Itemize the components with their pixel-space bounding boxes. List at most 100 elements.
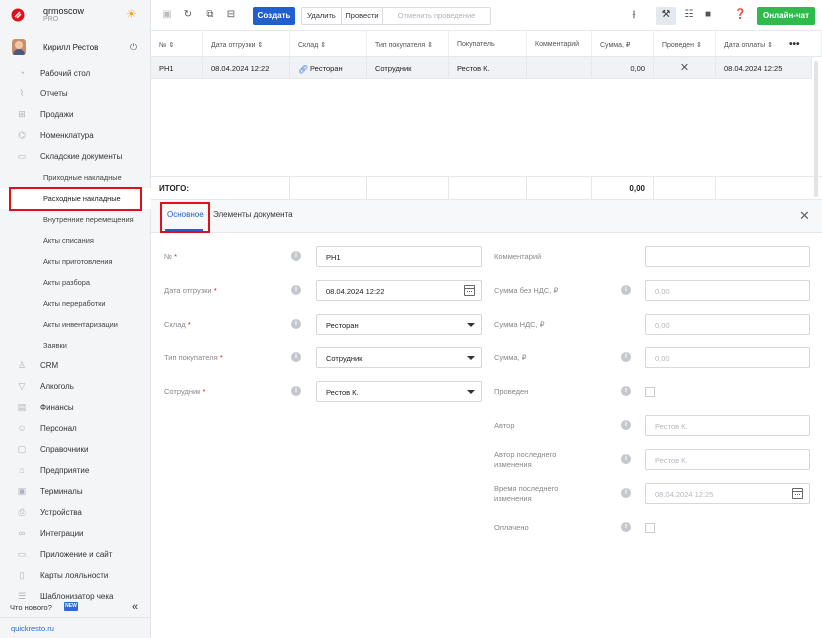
column-header-ship-date[interactable]: Дата отгрузки ⇕ xyxy=(203,31,290,57)
info-icon[interactable]: i xyxy=(621,420,631,430)
comment-field[interactable] xyxy=(645,246,810,267)
number-field[interactable]: РН1 xyxy=(316,246,482,267)
paid-checkbox[interactable] xyxy=(645,523,655,533)
ship-date-value: 08.04.2024 12:22 xyxy=(326,287,385,296)
list-icon[interactable]: ☷ xyxy=(683,9,695,21)
column-header-warehouse[interactable]: Склад ⇕ xyxy=(290,31,367,57)
sidebar-item-terminals[interactable]: ▣ Терминалы xyxy=(0,481,151,502)
sidebar-item-reports[interactable]: ⌇ Отчеты xyxy=(0,83,151,104)
sidebar-item-devices[interactable]: ⎙ Устройства xyxy=(0,502,151,523)
help-icon[interactable]: ❓ xyxy=(734,9,746,21)
close-icon[interactable]: ✕ xyxy=(799,208,810,224)
total-sum: 0,00 xyxy=(592,177,654,200)
info-icon[interactable]: i xyxy=(621,454,631,464)
calendar-icon xyxy=(792,488,803,499)
employee-select[interactable]: Рестов К. xyxy=(316,381,482,402)
settings-sliders-icon[interactable]: ⫲ xyxy=(628,9,640,21)
sidebar-subitem-requests[interactable]: Заявки xyxy=(0,335,151,356)
info-icon[interactable]: i xyxy=(621,522,631,532)
info-icon[interactable]: i xyxy=(291,386,301,396)
sidebar-item-integrations[interactable]: ∞ Интеграции xyxy=(0,523,151,544)
sidebar-item-label: Акты списания xyxy=(43,236,94,245)
sidebar-item-alcohol[interactable]: ▽ Алкоголь xyxy=(0,376,151,397)
buyer-type-select[interactable]: Сотрудник xyxy=(316,347,482,368)
info-icon[interactable]: i xyxy=(291,251,301,261)
app-window: qrmoscow PRO ☀ Кирилл Рестов ⏻ ◔ Рабочий … xyxy=(0,0,822,638)
sidebar-subitem-disassembly-acts[interactable]: Акты разбора xyxy=(0,272,151,293)
column-header-comment[interactable]: Комментарий xyxy=(527,31,592,57)
trash-icon[interactable]: ■ xyxy=(702,9,714,21)
detail-tabs: Основное Элементы документа ✕ xyxy=(151,200,822,233)
info-icon[interactable]: i xyxy=(291,319,301,329)
create-button[interactable]: Создать xyxy=(253,7,295,25)
receipt-template-icon: ☰ xyxy=(17,591,27,601)
site-link[interactable]: quickresto.ru xyxy=(11,624,54,633)
sidebar-subitem-internal-transfers[interactable]: Внутренние перемещения xyxy=(0,209,151,230)
field-label-sum: Сумма, ₽ xyxy=(494,353,527,362)
sidebar-item-warehouse-docs[interactable]: ▭ Складские документы xyxy=(0,146,151,167)
sidebar-item-staff[interactable]: ☺ Персонал xyxy=(0,418,151,439)
cell-buyer: Рестов К. xyxy=(449,57,527,79)
field-label-ship-date: Дата отгрузки * xyxy=(164,286,217,295)
column-header-posted[interactable]: Проведен ⇕ xyxy=(654,31,716,57)
account-switcher[interactable]: qrmoscow PRO ☀ xyxy=(0,0,151,30)
sidebar-item-sales[interactable]: ⊞ Продажи xyxy=(0,104,151,125)
tools-icon[interactable]: ⚒ xyxy=(660,9,672,21)
sidebar-item-loyalty-cards[interactable]: ▯ Карты лояльности xyxy=(0,565,151,586)
cell-warehouse: 🔗︎ Ресторан xyxy=(290,57,367,79)
info-icon[interactable]: i xyxy=(621,386,631,396)
reports-icon: ⌇ xyxy=(19,88,25,98)
column-header-number[interactable]: № ⇕ xyxy=(151,31,203,57)
logout-icon[interactable]: ⏻ xyxy=(130,42,137,53)
whats-new-link[interactable]: Что нового? xyxy=(10,603,52,612)
ship-date-field[interactable]: 08.04.2024 12:22 xyxy=(316,280,482,301)
sidebar-subitem-writeoff-acts[interactable]: Акты списания xyxy=(0,230,151,251)
delete-button[interactable]: Удалить xyxy=(302,8,341,24)
sidebar-subitem-outgoing-invoices[interactable]: Расходные накладные xyxy=(0,188,151,209)
sidebar-item-enterprise[interactable]: ⌂ Предприятие xyxy=(0,460,151,481)
sidebar-item-directories[interactable]: ▢ Справочники xyxy=(0,439,151,460)
theme-toggle-icon[interactable]: ☀ xyxy=(126,8,137,20)
refresh-icon[interactable]: ↻ xyxy=(182,9,194,21)
column-header-buyer[interactable]: Покупатель xyxy=(449,31,527,57)
sidebar-item-label: Терминалы xyxy=(40,487,83,496)
copy-icon[interactable]: ⧉ xyxy=(204,9,216,21)
unpost-button[interactable]: Отменить проведение xyxy=(383,8,490,24)
info-icon[interactable]: i xyxy=(291,352,301,362)
label-text: Тип покупателя xyxy=(164,353,218,362)
user-profile[interactable]: Кирилл Рестов ⏻ xyxy=(0,36,151,58)
tab-document-items[interactable]: Элементы документа xyxy=(213,210,293,219)
column-header-pay-date[interactable]: Дата оплаты ⇕ ••• xyxy=(716,31,822,57)
sidebar-subitem-inventory-acts[interactable]: Акты инвентаризации xyxy=(0,314,151,335)
sidebar-subitem-processing-acts[interactable]: Акты переработки xyxy=(0,293,151,314)
collapse-sidebar-icon[interactable]: « xyxy=(132,601,138,613)
posted-checkbox[interactable] xyxy=(645,387,655,397)
tab-main[interactable]: Основное xyxy=(167,210,204,219)
field-label-last-time-line2: изменения xyxy=(494,494,532,503)
sidebar-item-nomenclature[interactable]: ⌬ Номенклатура xyxy=(0,125,151,146)
sidebar-item-label: Финансы xyxy=(40,403,74,412)
field-label-last-author-line2: изменения xyxy=(494,460,532,469)
calendar-icon[interactable] xyxy=(464,285,475,296)
sidebar-item-app-site[interactable]: ▭ Приложение и сайт xyxy=(0,544,151,565)
sidebar-item-crm[interactable]: ♙ CRM xyxy=(0,355,151,376)
post-button[interactable]: Провести xyxy=(342,8,382,24)
column-header-sum[interactable]: Сумма, ₽ xyxy=(592,31,654,57)
save-icon[interactable]: ▣ xyxy=(161,9,173,21)
print-icon[interactable]: ⊟ xyxy=(225,9,237,21)
sidebar-subitem-incoming-invoices[interactable]: Приходные накладные xyxy=(0,167,151,188)
field-label-buyer-type: Тип покупателя * xyxy=(164,353,223,362)
warehouse-docs-icon: ▭ xyxy=(17,151,27,161)
info-icon[interactable]: i xyxy=(621,352,631,362)
sidebar-item-finance[interactable]: ▤ Финансы xyxy=(0,397,151,418)
more-icon[interactable]: ••• xyxy=(789,39,800,50)
online-chat-button[interactable]: Онлайн-чат xyxy=(757,7,815,25)
sidebar-subitem-cooking-acts[interactable]: Акты приготовления xyxy=(0,251,151,272)
info-icon[interactable]: i xyxy=(621,285,631,295)
sidebar-item-dashboard[interactable]: ◔ Рабочий стол xyxy=(0,63,151,84)
info-icon[interactable]: i xyxy=(621,488,631,498)
info-icon[interactable]: i xyxy=(291,285,301,295)
column-header-buyer-type[interactable]: Тип покупателя ⇕ xyxy=(367,31,449,57)
sidebar-item-label: Расходные накладные xyxy=(43,194,121,203)
warehouse-select[interactable]: Ресторан xyxy=(316,314,482,335)
